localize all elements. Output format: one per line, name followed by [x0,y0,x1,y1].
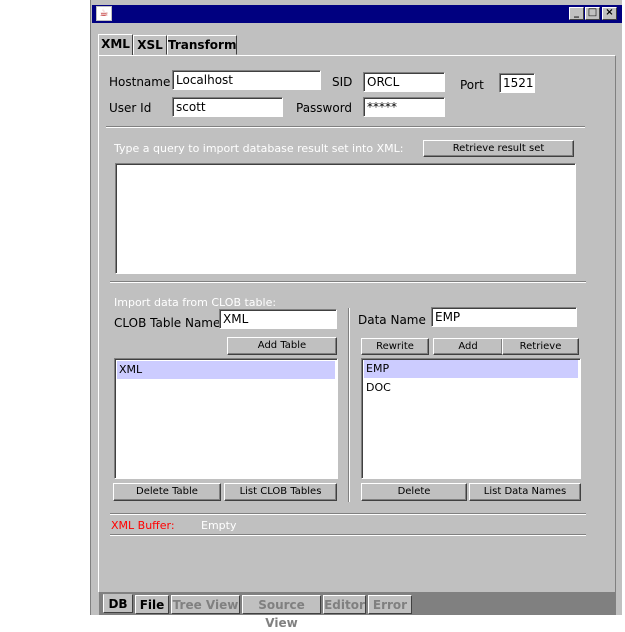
list-clob-tables-button[interactable]: List CLOB Tables [224,483,337,501]
userid-field[interactable]: scott [172,97,283,117]
list-item[interactable]: DOC [364,379,578,397]
delete-table-button[interactable]: Delete Table [113,483,221,501]
xml-buffer-label: XML Buffer: [111,519,175,532]
separator [110,534,586,536]
vertical-divider [348,308,350,502]
data-name-list[interactable]: EMP DOC [361,358,581,479]
retrieve-data-button[interactable]: Retrieve [502,338,579,355]
add-data-button[interactable]: Add [433,338,503,355]
query-textarea[interactable] [115,163,576,274]
tab-xsl[interactable]: XSL [133,35,167,55]
clob-heading: Import data from CLOB table: [114,296,277,309]
sid-label: SID [332,75,353,89]
hostname-field[interactable]: Localhost [172,70,321,90]
rewrite-button[interactable]: Rewrite [361,338,429,355]
tab-db[interactable]: DB [103,594,133,613]
password-label: Password [296,101,353,115]
list-data-names-button[interactable]: List Data Names [469,483,581,501]
tab-transform[interactable]: Transform [167,35,237,55]
tab-file[interactable]: File [135,595,169,614]
tab-tree-view[interactable]: Tree View [171,595,240,614]
tab-xml[interactable]: XML [98,34,133,56]
clob-table-list[interactable]: XML [114,358,338,479]
clob-table-name-field[interactable]: XML [219,309,337,329]
list-item[interactable]: XML [117,361,335,379]
retrieve-result-set-button[interactable]: Retrieve result set [423,140,574,157]
delete-data-button[interactable]: Delete [361,483,467,501]
tab-editor[interactable]: Editor [323,595,366,614]
title-bar[interactable] [92,5,622,23]
close-button[interactable]: × [602,7,617,20]
tab-error[interactable]: Error [368,595,412,614]
tab-source-view[interactable]: Source View [242,595,321,630]
data-name-label: Data Name [358,313,426,327]
list-item[interactable]: EMP [364,360,578,378]
password-field[interactable]: ***** [363,97,445,117]
java-cup-icon: ☕ [96,6,112,21]
clob-table-name-label: CLOB Table Name [114,316,221,330]
sid-field[interactable]: ORCL [363,72,445,92]
port-label: Port [460,78,484,92]
query-prompt-label: Type a query to import database result s… [114,142,404,155]
minimize-button[interactable]: _ [569,7,584,20]
separator [110,513,586,515]
port-field[interactable]: 1521 [499,73,535,93]
separator [106,126,585,128]
maximize-button[interactable]: □ [585,7,600,20]
hostname-label: Hostname [109,75,171,89]
add-table-button[interactable]: Add Table [227,337,337,355]
separator [110,281,586,283]
xml-buffer-value: Empty [201,519,237,532]
data-name-field[interactable]: EMP [431,307,577,327]
userid-label: User Id [109,101,152,115]
